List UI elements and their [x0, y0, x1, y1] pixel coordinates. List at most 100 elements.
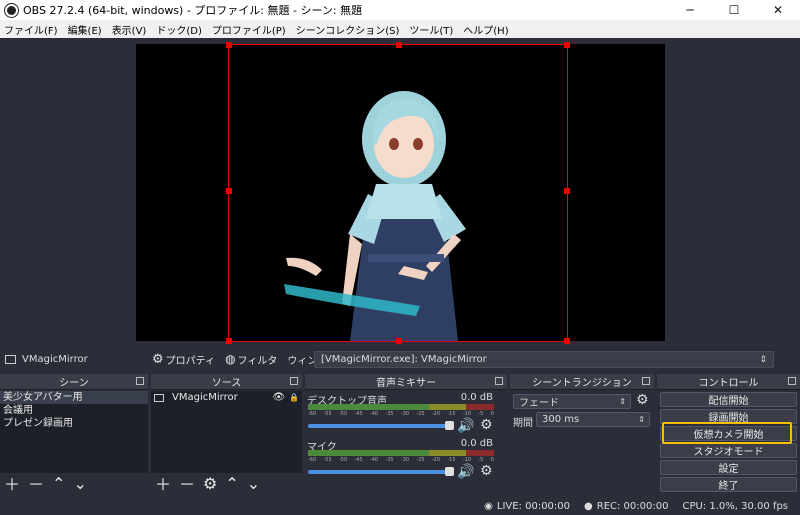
- channel-db: 0.0 dB: [460, 392, 493, 403]
- speaker-icon[interactable]: 🔊: [457, 418, 474, 434]
- window-select[interactable]: [VMagicMirror.exe]: VMagicMirror ⇕: [314, 351, 774, 368]
- record-icon: ●: [584, 500, 593, 512]
- menu-view[interactable]: 表示(V): [112, 22, 147, 37]
- speaker-icon[interactable]: 🔊: [457, 464, 474, 480]
- mixer-channel-desktop: デスクトップ音声 0.0 dB -60 -55 -50 -45 -40 -35 -30 -25…: [305, 391, 507, 435]
- menu-bar: ファイル(F) 編集(E) 表示(V) ドック(D) プロファイル(P) シーン…: [0, 20, 800, 38]
- scenes-footer: ＋ － ⌃ ⌄: [0, 471, 148, 495]
- cpu-status: CPU: 1.0%, 30.00 fps: [682, 500, 788, 512]
- status-bar: ◉ LIVE: 00:00:00 ● REC: 00:00:00 CPU: 1.…: [0, 497, 800, 515]
- move-down-icon[interactable]: ⌄: [247, 474, 260, 493]
- duration-input[interactable]: 300 ms ⇕: [536, 412, 650, 427]
- move-up-icon[interactable]: ⌃: [52, 474, 65, 493]
- resize-handle[interactable]: [564, 188, 570, 194]
- meter-scale: -60 -55 -50 -45 -40 -35 -30 -25 -20 -15 -10 -5 0: [308, 457, 494, 463]
- level-meter: [308, 450, 494, 456]
- duration-label: 期間: [513, 418, 533, 429]
- undock-icon[interactable]: [495, 377, 503, 385]
- properties-button[interactable]: ⚙ プロパティ: [152, 352, 215, 367]
- sources-footer: ＋ － ⚙ ⌃ ⌄: [151, 471, 302, 495]
- menu-dock[interactable]: ドック(D): [156, 22, 202, 37]
- menu-edit[interactable]: 編集(E): [68, 22, 102, 37]
- source-list: VMagicMirror 👁 🔒: [151, 391, 302, 473]
- selected-source-name: VMagicMirror: [22, 353, 88, 365]
- exit-button[interactable]: 終了: [660, 477, 797, 492]
- filter-icon: ◍: [225, 352, 236, 366]
- spinner-icon[interactable]: ⇕: [638, 415, 645, 424]
- resize-handle[interactable]: [226, 188, 232, 194]
- scene-list: 美少女アバター用 会議用 プレゼン録画用: [0, 391, 148, 473]
- maximize-button[interactable]: ☐: [712, 0, 756, 20]
- controls-header: コントロール: [657, 374, 800, 390]
- undock-icon[interactable]: [788, 377, 796, 385]
- resize-handle[interactable]: [396, 42, 402, 48]
- add-icon[interactable]: ＋: [4, 471, 20, 495]
- add-icon[interactable]: ＋: [155, 471, 171, 495]
- sources-header: ソース: [151, 374, 302, 390]
- audio-mixer-dock: 音声ミキサー デスクトップ音声 0.0 dB -60 -55 -50 -45 -40 -3…: [305, 374, 507, 494]
- resize-handle[interactable]: [226, 338, 232, 344]
- volume-slider[interactable]: [308, 424, 448, 428]
- level-meter: [308, 404, 494, 410]
- eye-icon[interactable]: 👁: [272, 391, 285, 404]
- move-down-icon[interactable]: ⌄: [73, 474, 86, 493]
- source-selection-box[interactable]: [226, 42, 570, 344]
- remove-icon[interactable]: －: [179, 471, 195, 495]
- annotation-highlight: [662, 422, 792, 444]
- scenes-dock: シーン 美少女アバター用 会議用 プレゼン録画用 ＋ － ⌃ ⌄: [0, 374, 148, 494]
- lock-icon[interactable]: 🔒: [289, 391, 299, 404]
- gear-icon[interactable]: ⚙: [636, 392, 649, 408]
- gear-icon[interactable]: ⚙: [480, 463, 493, 479]
- meter-scale: -60 -55 -50 -45 -40 -35 -30 -25 -20 -15 -10 -5 0: [308, 411, 494, 417]
- title-bar: OBS 27.2.4 (64-bit, windows) - プロファイル: 無…: [0, 0, 800, 20]
- window-source-icon: [5, 354, 16, 364]
- scene-item[interactable]: プレゼン録画用: [0, 417, 148, 430]
- minimize-button[interactable]: ─: [668, 0, 712, 20]
- chevron-updown-icon: ⇕: [619, 397, 626, 406]
- sources-dock: ソース VMagicMirror 👁 🔒 ＋ － ⚙ ⌃ ⌄: [151, 374, 302, 494]
- mixer-header: 音声ミキサー: [305, 374, 507, 390]
- move-up-icon[interactable]: ⌃: [225, 474, 238, 493]
- settings-button[interactable]: 設定: [660, 460, 797, 475]
- scene-item[interactable]: 会議用: [0, 404, 148, 417]
- gear-icon[interactable]: ⚙: [203, 474, 217, 493]
- menu-tools[interactable]: ツール(T): [409, 22, 453, 37]
- menu-help[interactable]: ヘルプ(H): [463, 22, 508, 37]
- broadcast-icon: ◉: [484, 500, 493, 512]
- menu-profile[interactable]: プロファイル(P): [212, 22, 286, 37]
- start-streaming-button[interactable]: 配信開始: [660, 392, 797, 407]
- resize-handle[interactable]: [564, 338, 570, 344]
- transitions-header: シーントランジション: [510, 374, 654, 390]
- menu-file[interactable]: ファイル(F): [4, 22, 58, 37]
- window-select-value: [VMagicMirror.exe]: VMagicMirror: [321, 354, 487, 365]
- resize-handle[interactable]: [396, 338, 402, 344]
- undock-icon[interactable]: [136, 377, 144, 385]
- close-button[interactable]: ✕: [756, 0, 800, 20]
- scenes-header: シーン: [0, 374, 148, 390]
- resize-handle[interactable]: [564, 42, 570, 48]
- volume-slider-handle[interactable]: [445, 421, 454, 430]
- remove-icon[interactable]: －: [28, 471, 44, 495]
- chevron-updown-icon: ⇕: [759, 354, 767, 365]
- volume-slider[interactable]: [308, 470, 448, 474]
- gear-icon[interactable]: ⚙: [480, 417, 493, 433]
- volume-slider-handle[interactable]: [445, 467, 454, 476]
- menu-scene-collection[interactable]: シーンコレクション(S): [296, 22, 400, 37]
- window-title: OBS 27.2.4 (64-bit, windows) - プロファイル: 無…: [23, 4, 363, 17]
- gear-icon: ⚙: [152, 351, 164, 367]
- undock-icon[interactable]: [290, 377, 298, 385]
- mixer-channel-mic: マイク 0.0 dB -60 -55 -50 -45 -40 -35 -30 -25 -20 -1…: [305, 437, 507, 481]
- window-source-icon: [154, 393, 164, 402]
- channel-db: 0.0 dB: [460, 438, 493, 449]
- studio-mode-button[interactable]: スタジオモード: [660, 443, 797, 458]
- undock-icon[interactable]: [642, 377, 650, 385]
- mixer-channels: デスクトップ音声 0.0 dB -60 -55 -50 -45 -40 -35 -30 -25…: [305, 391, 507, 494]
- scene-transitions-dock: シーントランジション フェード ⇕ ⚙ 期間 300 ms ⇕: [510, 374, 654, 494]
- scene-item[interactable]: 美少女アバター用: [0, 391, 148, 404]
- obs-logo-icon: [5, 3, 18, 17]
- resize-handle[interactable]: [226, 42, 232, 48]
- transition-select[interactable]: フェード ⇕: [513, 394, 631, 409]
- live-status: LIVE: 00:00:00: [496, 500, 571, 512]
- filters-button[interactable]: ◍ フィルタ: [225, 352, 277, 367]
- source-item[interactable]: VMagicMirror 👁 🔒: [151, 391, 302, 404]
